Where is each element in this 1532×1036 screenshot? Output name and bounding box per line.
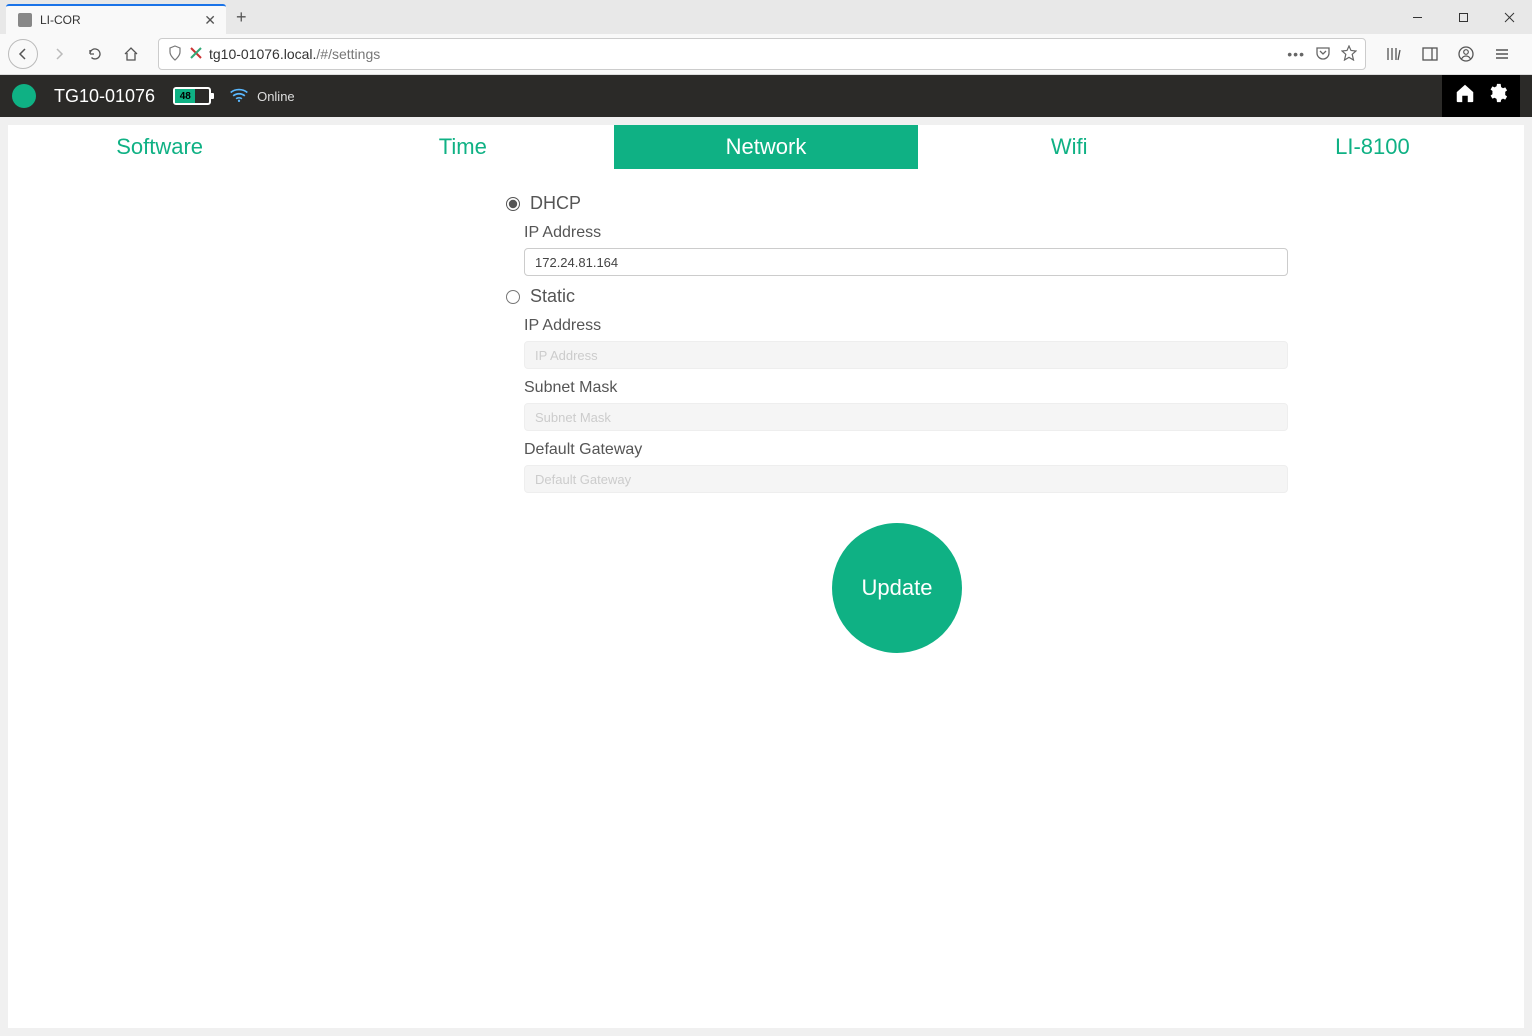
wifi-status: Online [229,87,295,106]
library-icon[interactable] [1378,39,1410,69]
static-ip-label: IP Address [524,317,1288,335]
subnet-input[interactable] [524,403,1288,431]
close-window-button[interactable] [1486,0,1532,34]
bookmark-star-icon[interactable] [1341,45,1357,64]
battery-level: 48 [175,89,195,103]
menu-icon[interactable] [1486,39,1518,69]
insecure-icon[interactable] [189,46,203,63]
tab-wifi[interactable]: Wifi [918,125,1221,169]
nav-bar: tg10-01076.local./#/settings ••• [0,34,1532,74]
dhcp-ip-label: IP Address [524,224,1288,242]
new-tab-button[interactable]: + [236,7,247,28]
dhcp-label: DHCP [530,193,581,214]
settings-tabs: Software Time Network Wifi LI-8100 [8,125,1524,169]
forward-button[interactable] [44,39,74,69]
gear-icon[interactable] [1486,82,1508,110]
battery-icon: 48 [173,87,211,105]
dhcp-ip-input[interactable] [524,248,1288,276]
gateway-label: Default Gateway [524,441,1288,459]
maximize-button[interactable] [1440,0,1486,34]
subnet-label: Subnet Mask [524,379,1288,397]
gateway-input[interactable] [524,465,1288,493]
tab-network[interactable]: Network [614,125,917,169]
window-controls [1394,0,1532,34]
tab-strip: LI-COR ✕ + [0,0,1532,34]
url-bar[interactable]: tg10-01076.local./#/settings ••• [158,38,1366,70]
browser-tab[interactable]: LI-COR ✕ [6,4,226,34]
dhcp-radio[interactable] [506,197,520,211]
page-body: Software Time Network Wifi LI-8100 DHCP … [0,117,1532,1036]
home-icon[interactable] [1454,82,1476,110]
sidebar-icon[interactable] [1414,39,1446,69]
back-button[interactable] [8,39,38,69]
tab-software[interactable]: Software [8,125,311,169]
wifi-icon [229,87,249,106]
more-icon[interactable]: ••• [1287,46,1305,62]
static-label: Static [530,286,575,307]
update-button[interactable]: Update [832,523,962,653]
close-tab-icon[interactable]: ✕ [204,12,216,29]
shield-icon[interactable] [167,45,183,64]
network-form: DHCP IP Address Static IP Address Subnet… [236,169,1296,653]
app-header: TG10-01076 48 Online [0,75,1532,117]
reload-button[interactable] [80,39,110,69]
tab-title: LI-COR [40,13,81,27]
page-card: Software Time Network Wifi LI-8100 DHCP … [8,125,1524,1028]
device-name: TG10-01076 [54,86,155,107]
status-indicator-icon [12,84,36,108]
static-radio-row[interactable]: Static [506,286,1288,307]
chrome-right-icons [1378,39,1524,69]
account-icon[interactable] [1450,39,1482,69]
url-text: tg10-01076.local./#/settings [209,46,1281,62]
minimize-button[interactable] [1394,0,1440,34]
static-ip-input[interactable] [524,341,1288,369]
browser-chrome: LI-COR ✕ + [0,0,1532,75]
wifi-status-label: Online [257,89,295,104]
tab-time[interactable]: Time [311,125,614,169]
tab-li8100[interactable]: LI-8100 [1221,125,1524,169]
pocket-icon[interactable] [1315,45,1331,64]
dhcp-radio-row[interactable]: DHCP [506,193,1288,214]
static-radio[interactable] [506,290,520,304]
tab-favicon-icon [18,13,32,27]
home-button[interactable] [116,39,146,69]
